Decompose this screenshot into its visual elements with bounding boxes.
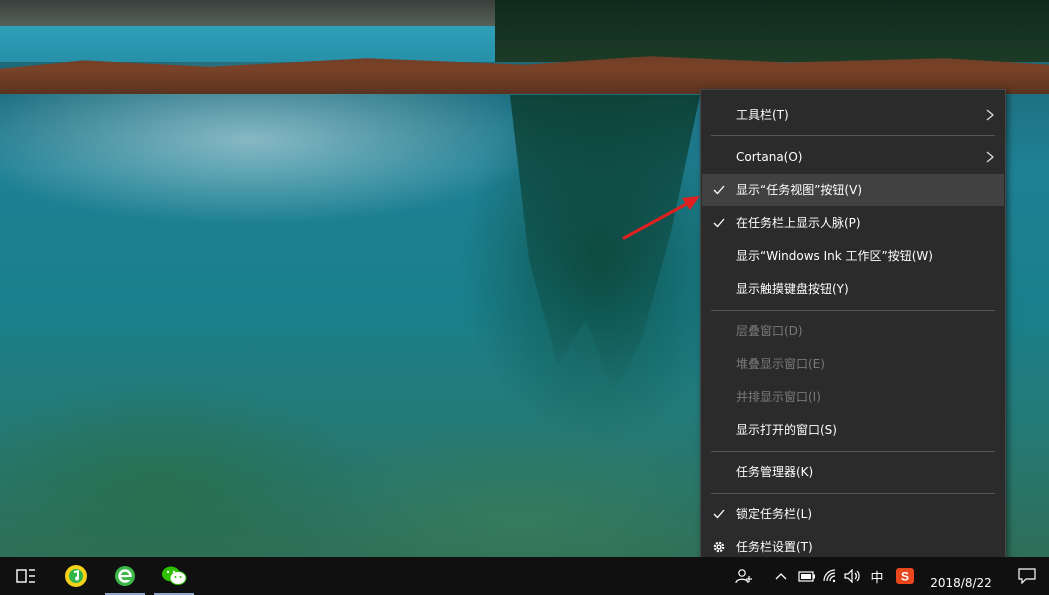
wechat-taskbar-button[interactable] [150,557,198,595]
menu-item-show-touch-keyboard[interactable]: 显示触摸键盘按钮(Y) [702,273,1004,305]
ie-taskbar-button[interactable] [101,557,149,595]
checkmark-icon [713,218,725,228]
task-view-button[interactable] [2,557,50,595]
menu-item-label: 任务管理器(K) [736,465,814,479]
menu-separator [711,310,995,311]
network-tray-button[interactable] [820,557,842,595]
ime-indicator[interactable]: 中 [866,557,888,595]
menu-item-show-windows-ink[interactable]: 显示“Windows Ink 工作区”按钮(W) [702,240,1004,272]
sogou-ime-tray-button[interactable]: S [892,557,918,595]
battery-tray-button[interactable] [796,557,818,595]
menu-item-side-by-side-windows: 并排显示窗口(I) [702,381,1004,413]
taskbar-context-menu: 工具栏(T) Cortana(O) 显示“任务视图”按钮(V) 在任务栏上显示人… [700,89,1006,571]
menu-item-label: 显示触摸键盘按钮(Y) [736,282,849,296]
menu-separator [711,135,995,136]
people-tray-button[interactable] [732,557,756,595]
taskbar: 中 S 2018/8/22 [0,557,1049,595]
menu-item-lock-taskbar[interactable]: 锁定任务栏(L) [702,498,1004,530]
wechat-icon [162,566,187,585]
menu-item-label: 工具栏(T) [736,108,789,122]
people-icon [735,569,752,584]
taskbar-date[interactable]: 2018/8/22 [918,576,1004,590]
wallpaper-forest [495,0,1049,62]
menu-item-label: Cortana(O) [736,150,803,164]
menu-item-show-task-view-button[interactable]: 显示“任务视图”按钮(V) [702,174,1004,206]
menu-item-label: 显示“Windows Ink 工作区”按钮(W) [736,249,933,263]
menu-item-show-people[interactable]: 在任务栏上显示人脉(P) [702,207,1004,239]
menu-separator [711,451,995,452]
chevron-right-icon [986,109,994,121]
menu-item-label: 并排显示窗口(I) [736,390,821,404]
checkmark-icon [713,509,725,519]
action-center-button[interactable] [1004,557,1049,595]
chevron-up-icon [775,573,787,580]
battery-icon [798,571,815,582]
wallpaper-reflection [510,95,700,395]
menu-item-show-open-windows[interactable]: 显示打开的窗口(S) [702,414,1004,446]
menu-item-label: 堆叠显示窗口(E) [736,357,825,371]
chevron-right-icon [986,151,994,163]
wifi-icon [823,569,836,583]
speaker-icon [844,569,860,583]
qq-music-icon [65,565,87,587]
gear-icon [713,541,725,553]
qq-music-taskbar-button[interactable] [52,557,100,595]
sogou-ime-label: S [901,570,909,584]
wallpaper-lake [0,26,560,62]
show-hidden-icons-button[interactable] [772,557,790,595]
menu-item-cascade-windows: 层叠窗口(D) [702,315,1004,347]
menu-item-label: 层叠窗口(D) [736,324,803,338]
menu-item-label: 显示打开的窗口(S) [736,423,837,437]
red-arrow-annotation [622,196,700,240]
menu-item-cortana[interactable]: Cortana(O) [702,141,1004,173]
menu-item-label: 在任务栏上显示人脉(P) [736,216,861,230]
menu-item-label: 锁定任务栏(L) [736,507,813,521]
checkmark-icon [713,185,725,195]
menu-item-label: 任务栏设置(T) [736,540,813,554]
ie-browser-icon [115,566,135,586]
menu-item-label: 显示“任务视图”按钮(V) [736,183,863,197]
menu-item-toolbars[interactable]: 工具栏(T) [702,99,1004,131]
sogou-ime-icon: S [896,568,914,584]
task-view-icon [16,569,35,583]
menu-separator [711,493,995,494]
menu-item-stack-windows: 堆叠显示窗口(E) [702,348,1004,380]
menu-item-task-manager[interactable]: 任务管理器(K) [702,456,1004,488]
notification-icon [1017,568,1036,584]
volume-tray-button[interactable] [842,557,864,595]
